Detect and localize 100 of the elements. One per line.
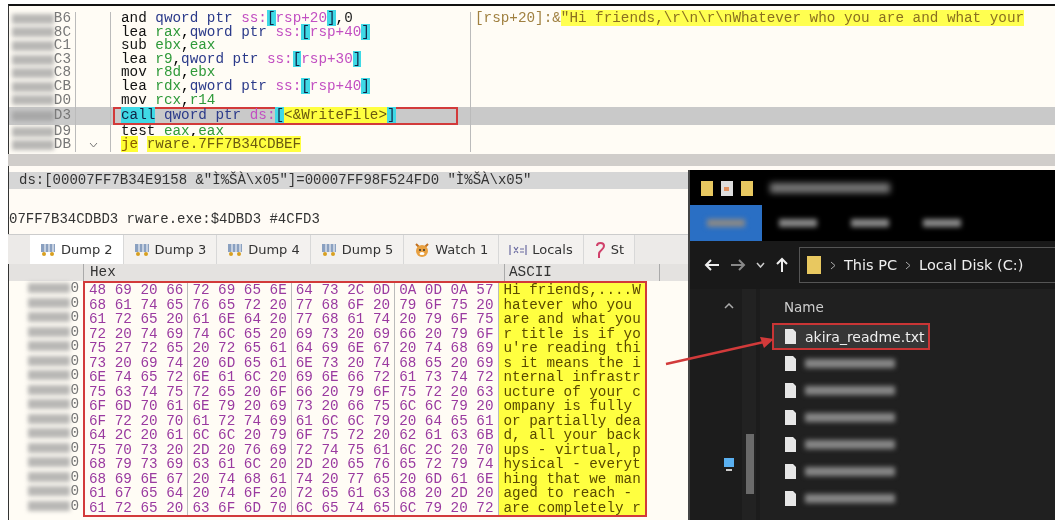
hex-bytes: 72 69 65 6E [188, 283, 292, 298]
back-icon[interactable] [704, 258, 720, 272]
tab[interactable]: Dump 3 [123, 235, 218, 264]
hex-bytes: 73 20 66 75 [291, 399, 396, 414]
blurred-address [11, 140, 54, 151]
blurred-address [11, 13, 54, 24]
hex-bytes: 6C 65 74 65 [291, 500, 396, 515]
location-text: 07FF7B34CDBD3 rware.exe:$4DBD3 #4CFD3 [9, 211, 321, 228]
address-suffix: DB [53, 138, 71, 152]
breadcrumb-item[interactable]: This PC [844, 257, 898, 273]
tab[interactable]: Dump 4 [217, 235, 311, 264]
hex-bytes: 77 68 6F 20 [291, 297, 396, 312]
hex-bytes: 6E 61 6C 20 [188, 370, 292, 385]
hex-bytes: 75 27 72 65 [85, 341, 189, 356]
hex-bytes: 77 68 61 74 [291, 312, 396, 327]
column-header[interactable]: Name [772, 299, 1055, 323]
address-suffix: D9 [53, 124, 71, 139]
hex-bytes: 6E 79 20 69 [188, 399, 292, 414]
address-suffix: C8 [53, 66, 71, 80]
blurred-address [28, 486, 71, 497]
tab[interactable]: St [583, 235, 636, 264]
blurred-address [11, 68, 54, 79]
hex-bytes: 74 20 77 65 [291, 471, 396, 486]
hex-bytes: 76 65 72 20 [188, 297, 292, 312]
address-suffix: C3 [53, 52, 71, 67]
ascii-text: ompany is fully [498, 399, 645, 414]
hex-bytes: 75 70 73 20 [85, 442, 189, 457]
address-bar[interactable]: This PC Local Disk (C:) [799, 247, 1055, 283]
address-suffix: 0 [70, 410, 79, 427]
folder-icon [700, 178, 714, 197]
blurred-address [28, 326, 71, 337]
tab[interactable]: Dump 5 [310, 235, 405, 264]
chevron-down-icon [88, 142, 98, 149]
instruction: mov r8d,ebx [121, 66, 216, 80]
document-icon [784, 409, 797, 426]
hex-bytes: 62 61 63 6B [395, 428, 499, 443]
up-arrow-icon[interactable] [775, 257, 789, 273]
address-suffix: 0 [70, 309, 79, 326]
hex-bytes: 63 61 6C 20 [188, 457, 292, 472]
hex-bytes: 0A 0D 0A 57 [395, 283, 499, 298]
folder-icon [740, 178, 754, 197]
ascii-text: d, all your back [498, 428, 645, 443]
hex-bytes: 20 79 6F 75 [395, 312, 499, 327]
folder-icon [806, 255, 822, 275]
blurred-address [28, 341, 71, 352]
address-suffix: 0 [70, 294, 79, 311]
document-icon [784, 436, 797, 453]
hex-bytes: 68 69 6E 67 [85, 471, 189, 486]
forward-icon[interactable] [730, 258, 746, 272]
blurred-address [28, 283, 71, 294]
blurred-address [28, 355, 71, 366]
address-suffix: 0 [70, 381, 79, 398]
tab[interactable]: Locals [499, 235, 584, 264]
document-icon [784, 355, 797, 372]
chevron-right-icon [905, 260, 912, 270]
address-suffix: 0 [70, 468, 79, 485]
ascii-text: nternal infrastr [498, 370, 645, 385]
blurred-address [28, 413, 71, 424]
hex-bytes: 6F 72 20 70 [85, 413, 189, 428]
ascii-text: u're reading thi [498, 341, 645, 356]
blurred-address [28, 500, 71, 511]
scrollbar-thumb[interactable] [746, 434, 754, 494]
blurred-address [11, 54, 54, 65]
address-suffix: 0 [70, 323, 79, 340]
tab[interactable]: Dump 2 [30, 235, 124, 264]
hex-bytes: 69 73 20 69 [291, 326, 396, 341]
hex-bytes: 72 65 61 63 [291, 486, 396, 501]
blurred-address [28, 384, 71, 395]
hex-bytes: 66 20 79 6F [291, 384, 396, 399]
tab[interactable]: Watch 1 [404, 235, 500, 264]
hex-bytes: 2D 20 65 76 [291, 457, 396, 472]
file-row[interactable]: akira_readme.txt [772, 323, 930, 350]
chevron-down-icon[interactable] [756, 262, 765, 268]
hex-bytes: 61 72 74 69 [188, 413, 292, 428]
hex-bytes: 72 74 75 61 [291, 442, 396, 457]
grid-icon [133, 242, 150, 257]
hex-bytes: 20 72 65 61 [188, 341, 292, 356]
hex-bytes: 75 72 20 63 [395, 384, 499, 399]
hex-bytes: 61 73 74 72 [395, 370, 499, 385]
hex-bytes: 74 6C 65 20 [188, 326, 292, 341]
document-icon [720, 178, 734, 197]
address-suffix: 0 [70, 497, 79, 514]
address-suffix: C1 [53, 39, 71, 53]
column-header: Hex [83, 264, 504, 281]
hex-bytes: 68 65 20 69 [395, 355, 499, 370]
curve-icon [593, 240, 606, 259]
instruction: and qword ptr ss:[rsp+20],0 [121, 12, 353, 26]
hex-bytes: 66 20 79 6F [395, 326, 499, 341]
address-suffix: 0 [70, 338, 79, 355]
chevron-up-icon[interactable] [724, 303, 734, 309]
hex-bytes: 20 74 68 69 [395, 341, 499, 356]
address-suffix: 0 [70, 454, 79, 471]
breadcrumb-item[interactable]: Local Disk (C:) [919, 257, 1024, 273]
instruction: lea rdx,qword ptr ss:[rsp+40] [121, 79, 370, 94]
blurred-address [28, 312, 71, 323]
address-suffix: 8C [53, 25, 71, 40]
ascii-text: are and what you [498, 312, 645, 327]
blurred-address [28, 457, 71, 468]
computer-icon [723, 457, 735, 473]
hex-bytes: 2D 20 76 69 [188, 442, 292, 457]
